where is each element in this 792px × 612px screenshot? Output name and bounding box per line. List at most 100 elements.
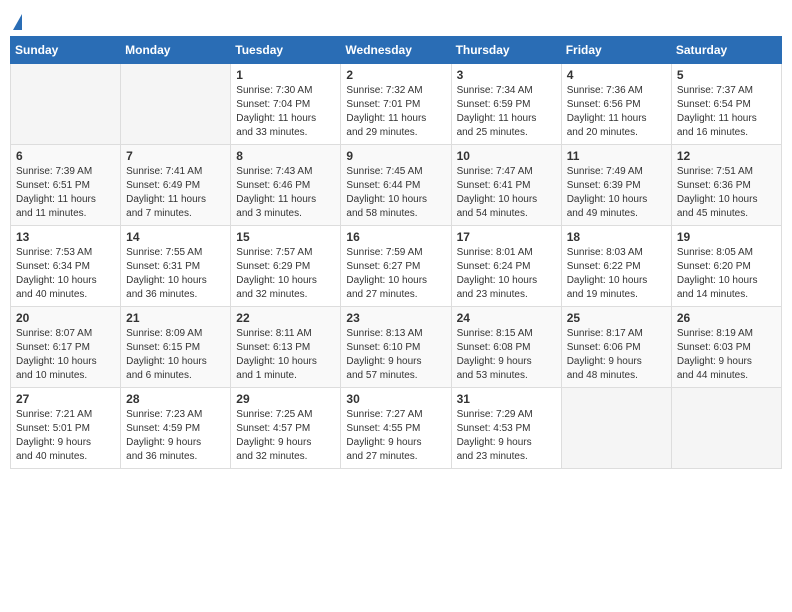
day-number: 4 (567, 68, 666, 82)
week-row-1: 1Sunrise: 7:30 AM Sunset: 7:04 PM Daylig… (11, 64, 782, 145)
calendar-cell (671, 388, 781, 469)
calendar-cell (121, 64, 231, 145)
day-number: 22 (236, 311, 335, 325)
calendar-cell: 19 Sunrise: 8:05 AM Sunset: 6:20 PM Dayli… (671, 226, 781, 307)
day-info: Sunrise: 8:05 AM Sunset: 6:20 PM Dayligh… (677, 246, 776, 302)
day-number: 16 (346, 230, 445, 244)
calendar-cell: 27 Sunrise: 7:21 AM Sunset: 5:01 PM Dayli… (11, 388, 121, 469)
day-info: Sunrise: 7:51 AM Sunset: 6:36 PM Dayligh… (677, 165, 776, 221)
calendar-cell: 26 Sunrise: 8:19 AM Sunset: 6:03 PM Dayli… (671, 307, 781, 388)
day-number: 2 (346, 68, 445, 82)
calendar-cell: 13 Sunrise: 7:53 AM Sunset: 6:34 PM Dayli… (11, 226, 121, 307)
day-number: 15 (236, 230, 335, 244)
day-number: 21 (126, 311, 225, 325)
day-info: Sunrise: 8:03 AM Sunset: 6:22 PM Dayligh… (567, 246, 666, 302)
day-info: Sunrise: 7:34 AM Sunset: 6:59 PM Dayligh… (457, 84, 556, 140)
calendar-cell: 24 Sunrise: 8:15 AM Sunset: 6:08 PM Dayli… (451, 307, 561, 388)
calendar-cell: 29 Sunrise: 7:25 AM Sunset: 4:57 PM Dayli… (231, 388, 341, 469)
day-info: Sunrise: 7:49 AM Sunset: 6:39 PM Dayligh… (567, 165, 666, 221)
calendar-cell: 30 Sunrise: 7:27 AM Sunset: 4:55 PM Dayli… (341, 388, 451, 469)
week-row-5: 27 Sunrise: 7:21 AM Sunset: 5:01 PM Dayli… (11, 388, 782, 469)
week-row-3: 13 Sunrise: 7:53 AM Sunset: 6:34 PM Dayli… (11, 226, 782, 307)
calendar-cell: 7 Sunrise: 7:41 AM Sunset: 6:49 PM Daylig… (121, 145, 231, 226)
day-number: 19 (677, 230, 776, 244)
calendar-cell: 16 Sunrise: 7:59 AM Sunset: 6:27 PM Dayli… (341, 226, 451, 307)
day-number: 3 (457, 68, 556, 82)
day-info: Sunrise: 7:36 AM Sunset: 6:56 PM Dayligh… (567, 84, 666, 140)
day-number: 29 (236, 392, 335, 406)
col-tuesday: Tuesday (231, 37, 341, 64)
calendar-cell: 5Sunrise: 7:37 AM Sunset: 6:54 PM Daylig… (671, 64, 781, 145)
day-info: Sunrise: 7:43 AM Sunset: 6:46 PM Dayligh… (236, 165, 335, 221)
calendar-cell: 18 Sunrise: 8:03 AM Sunset: 6:22 PM Dayli… (561, 226, 671, 307)
page-header (10, 10, 782, 30)
day-number: 24 (457, 311, 556, 325)
day-number: 1 (236, 68, 335, 82)
day-number: 27 (16, 392, 115, 406)
calendar-cell: 31 Sunrise: 7:29 AM Sunset: 4:53 PM Dayli… (451, 388, 561, 469)
day-number: 6 (16, 149, 115, 163)
day-number: 28 (126, 392, 225, 406)
day-number: 14 (126, 230, 225, 244)
week-row-4: 20Sunrise: 8:07 AM Sunset: 6:17 PM Dayli… (11, 307, 782, 388)
day-number: 30 (346, 392, 445, 406)
day-info: Sunrise: 7:45 AM Sunset: 6:44 PM Dayligh… (346, 165, 445, 221)
week-row-2: 6 Sunrise: 7:39 AM Sunset: 6:51 PM Daylig… (11, 145, 782, 226)
day-number: 13 (16, 230, 115, 244)
calendar-cell (11, 64, 121, 145)
calendar-cell: 11 Sunrise: 7:49 AM Sunset: 6:39 PM Dayli… (561, 145, 671, 226)
day-number: 11 (567, 149, 666, 163)
logo (10, 10, 22, 30)
calendar-header: Sunday Monday Tuesday Wednesday Thursday… (11, 37, 782, 64)
calendar-table: Sunday Monday Tuesday Wednesday Thursday… (10, 36, 782, 469)
day-number: 7 (126, 149, 225, 163)
day-number: 26 (677, 311, 776, 325)
day-info: Sunrise: 7:32 AM Sunset: 7:01 PM Dayligh… (346, 84, 445, 140)
col-sunday: Sunday (11, 37, 121, 64)
calendar-cell: 25 Sunrise: 8:17 AM Sunset: 6:06 PM Dayli… (561, 307, 671, 388)
day-info: Sunrise: 7:23 AM Sunset: 4:59 PM Dayligh… (126, 408, 225, 464)
logo-triangle-icon (13, 14, 22, 30)
col-wednesday: Wednesday (341, 37, 451, 64)
calendar-cell: 17 Sunrise: 8:01 AM Sunset: 6:24 PM Dayli… (451, 226, 561, 307)
day-info: Sunrise: 8:19 AM Sunset: 6:03 PM Dayligh… (677, 327, 776, 383)
day-number: 12 (677, 149, 776, 163)
day-number: 5 (677, 68, 776, 82)
day-info: Sunrise: 7:25 AM Sunset: 4:57 PM Dayligh… (236, 408, 335, 464)
day-number: 18 (567, 230, 666, 244)
calendar-cell: 28 Sunrise: 7:23 AM Sunset: 4:59 PM Dayli… (121, 388, 231, 469)
col-saturday: Saturday (671, 37, 781, 64)
col-friday: Friday (561, 37, 671, 64)
day-info: Sunrise: 8:17 AM Sunset: 6:06 PM Dayligh… (567, 327, 666, 383)
day-info: Sunrise: 8:11 AM Sunset: 6:13 PM Dayligh… (236, 327, 335, 383)
calendar-cell: 10Sunrise: 7:47 AM Sunset: 6:41 PM Dayli… (451, 145, 561, 226)
day-number: 20 (16, 311, 115, 325)
day-info: Sunrise: 8:01 AM Sunset: 6:24 PM Dayligh… (457, 246, 556, 302)
day-info: Sunrise: 7:29 AM Sunset: 4:53 PM Dayligh… (457, 408, 556, 464)
day-number: 31 (457, 392, 556, 406)
day-info: Sunrise: 7:41 AM Sunset: 6:49 PM Dayligh… (126, 165, 225, 221)
calendar-cell (561, 388, 671, 469)
day-info: Sunrise: 8:09 AM Sunset: 6:15 PM Dayligh… (126, 327, 225, 383)
calendar-cell: 12 Sunrise: 7:51 AM Sunset: 6:36 PM Dayli… (671, 145, 781, 226)
day-number: 25 (567, 311, 666, 325)
calendar-cell: 21 Sunrise: 8:09 AM Sunset: 6:15 PM Dayli… (121, 307, 231, 388)
calendar-body: 1Sunrise: 7:30 AM Sunset: 7:04 PM Daylig… (11, 64, 782, 469)
day-info: Sunrise: 7:59 AM Sunset: 6:27 PM Dayligh… (346, 246, 445, 302)
day-info: Sunrise: 8:15 AM Sunset: 6:08 PM Dayligh… (457, 327, 556, 383)
day-number: 10 (457, 149, 556, 163)
day-info: Sunrise: 7:53 AM Sunset: 6:34 PM Dayligh… (16, 246, 115, 302)
day-info: Sunrise: 7:21 AM Sunset: 5:01 PM Dayligh… (16, 408, 115, 464)
header-row: Sunday Monday Tuesday Wednesday Thursday… (11, 37, 782, 64)
calendar-cell: 8Sunrise: 7:43 AM Sunset: 6:46 PM Daylig… (231, 145, 341, 226)
calendar-cell: 3 Sunrise: 7:34 AM Sunset: 6:59 PM Daylig… (451, 64, 561, 145)
day-number: 9 (346, 149, 445, 163)
day-info: Sunrise: 7:39 AM Sunset: 6:51 PM Dayligh… (16, 165, 115, 221)
calendar-cell: 4 Sunrise: 7:36 AM Sunset: 6:56 PM Daylig… (561, 64, 671, 145)
day-info: Sunrise: 7:27 AM Sunset: 4:55 PM Dayligh… (346, 408, 445, 464)
calendar-cell: 20Sunrise: 8:07 AM Sunset: 6:17 PM Dayli… (11, 307, 121, 388)
day-number: 17 (457, 230, 556, 244)
calendar-cell: 22 Sunrise: 8:11 AM Sunset: 6:13 PM Dayli… (231, 307, 341, 388)
day-info: Sunrise: 8:13 AM Sunset: 6:10 PM Dayligh… (346, 327, 445, 383)
calendar-cell: 1Sunrise: 7:30 AM Sunset: 7:04 PM Daylig… (231, 64, 341, 145)
